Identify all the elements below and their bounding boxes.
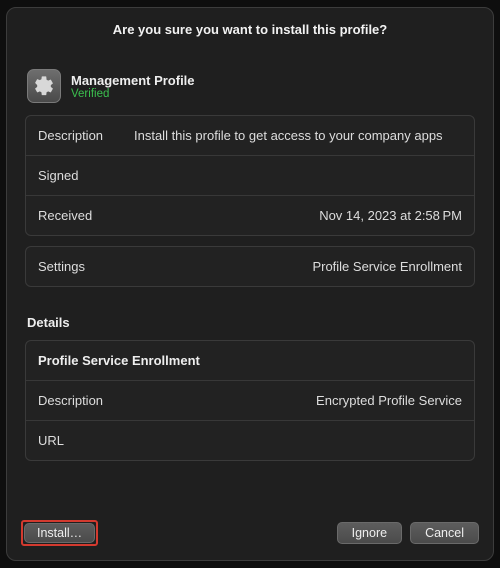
label-description: Description [38,128,120,143]
label-signed: Signed [38,168,120,183]
label-detail-url: URL [38,433,138,448]
dialog-title: Are you sure you want to install this pr… [7,8,493,43]
profile-title-block: Management Profile Verified [71,73,195,100]
row-detail-url: URL [26,420,474,460]
label-detail-description: Description [38,393,138,408]
details-heading: Details [27,315,475,330]
row-received: Received Nov 14, 2023 at 2:58 PM [26,195,474,235]
profile-status: Verified [71,88,195,100]
gear-icon [27,69,61,103]
row-detail-description: Description Encrypted Profile Service [26,380,474,420]
details-section-title: Profile Service Enrollment [26,341,474,380]
install-button[interactable]: Install… [24,523,95,543]
ignore-button[interactable]: Ignore [337,522,402,544]
profile-name: Management Profile [71,73,195,88]
value-signed [134,168,462,183]
value-settings: Profile Service Enrollment [134,259,462,274]
profile-info-panel: Description Install this profile to get … [25,115,475,236]
dialog-content: Management Profile Verified Description … [7,43,493,510]
profile-header: Management Profile Verified [25,53,475,115]
row-signed: Signed [26,155,474,195]
value-description: Install this profile to get access to yo… [134,128,462,143]
details-panel: Profile Service Enrollment Description E… [25,340,475,461]
row-settings: Settings Profile Service Enrollment [26,247,474,286]
dialog-footer: Install… Ignore Cancel [7,510,493,560]
install-profile-dialog: Are you sure you want to install this pr… [6,7,494,561]
row-description: Description Install this profile to get … [26,116,474,155]
settings-panel: Settings Profile Service Enrollment [25,246,475,287]
label-settings: Settings [38,259,120,274]
value-detail-url [138,433,462,448]
label-received: Received [38,208,120,223]
value-detail-description: Encrypted Profile Service [138,393,462,408]
cancel-button[interactable]: Cancel [410,522,479,544]
install-highlight: Install… [21,520,98,546]
value-received: Nov 14, 2023 at 2:58 PM [134,208,462,223]
